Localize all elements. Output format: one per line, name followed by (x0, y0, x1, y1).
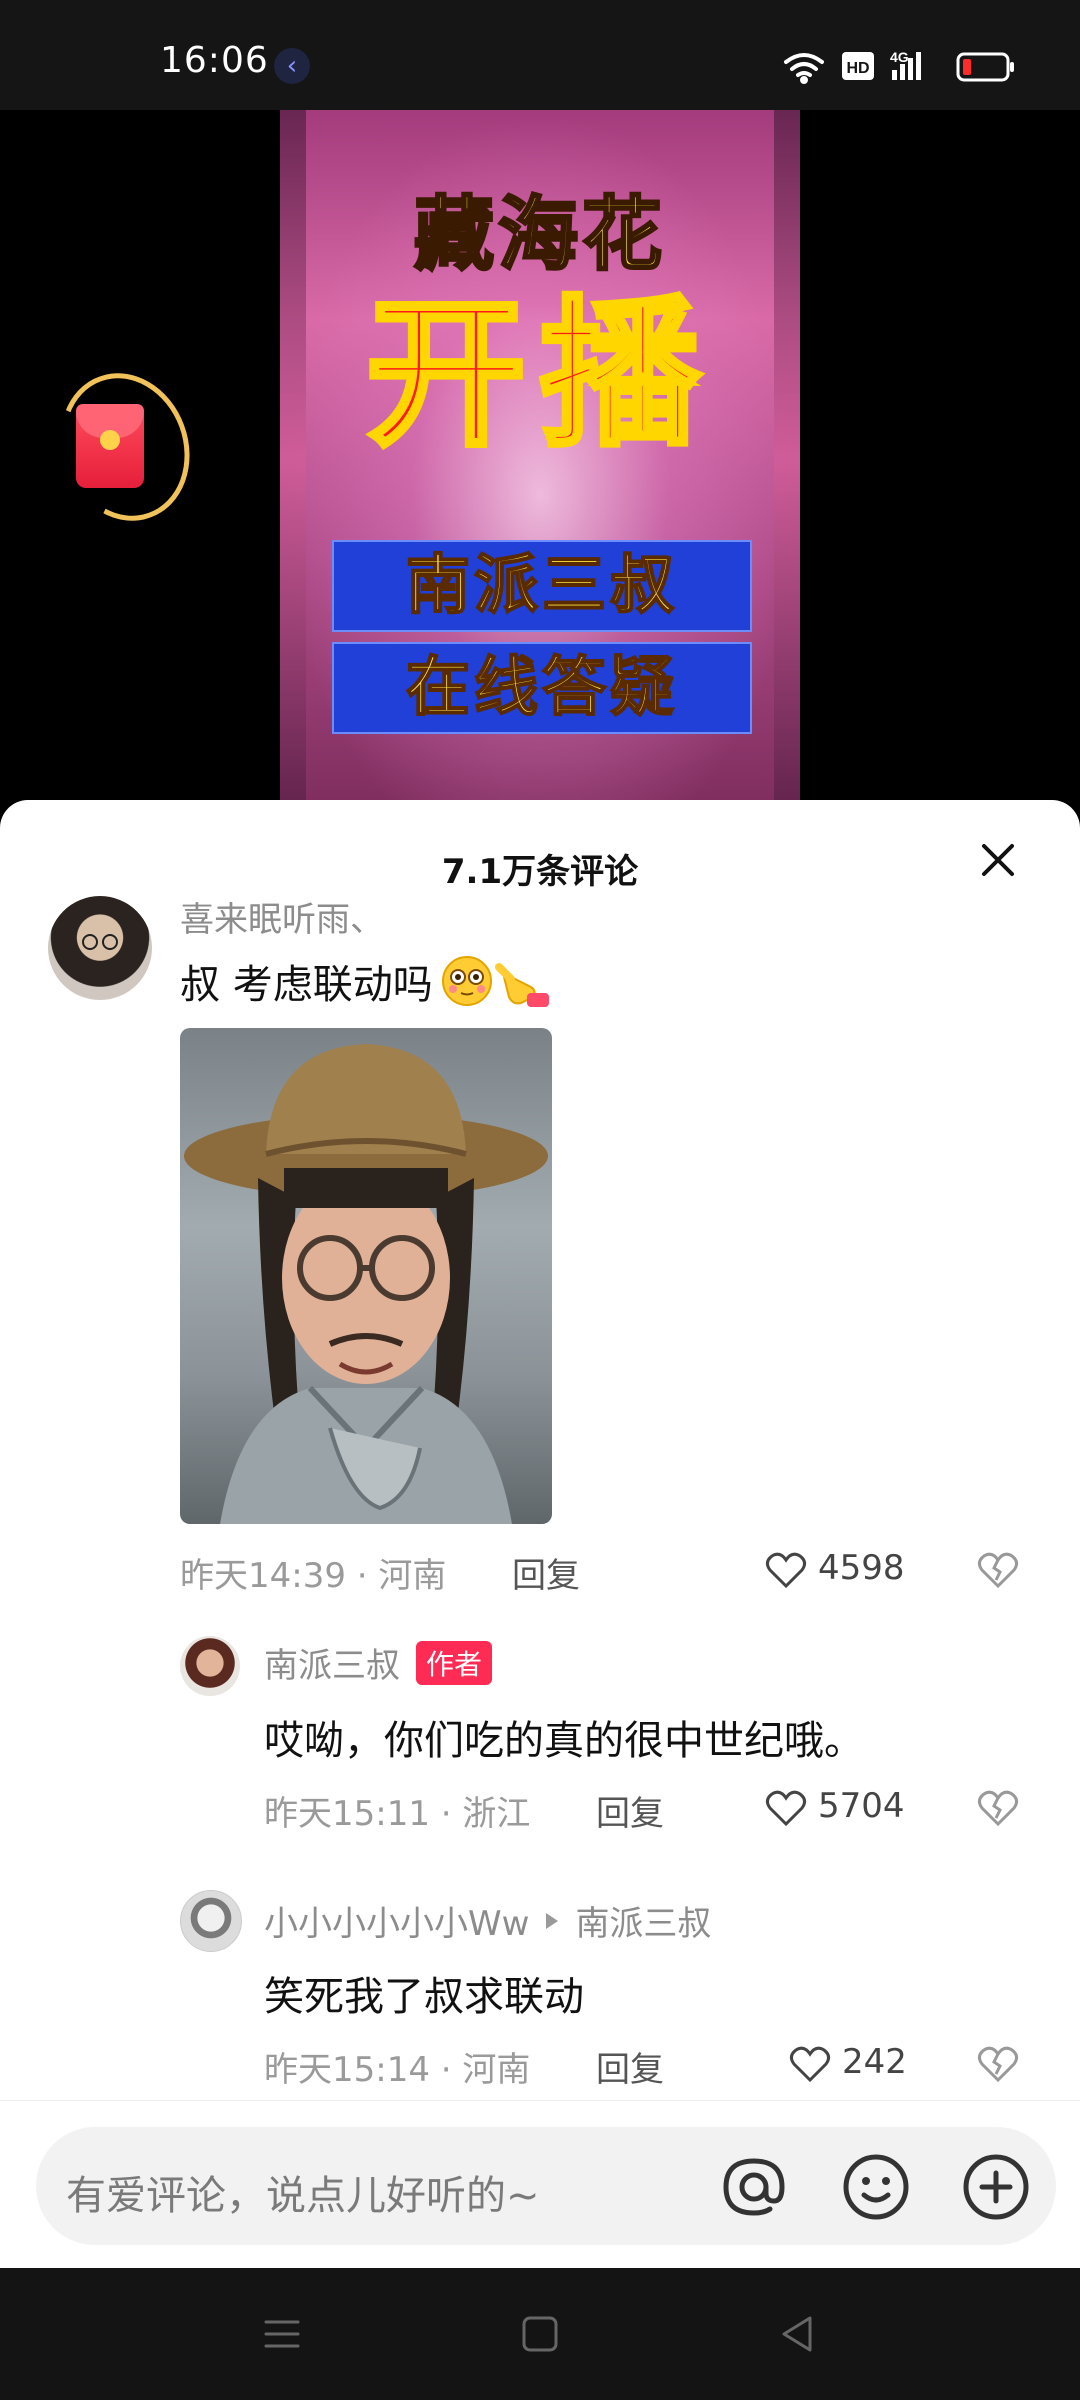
video-box-2: 在线答疑 (332, 642, 752, 734)
back-icon[interactable] (778, 2314, 818, 2354)
heart-icon[interactable] (788, 2042, 832, 2086)
like-count: 242 (842, 2042, 907, 2082)
broken-heart-icon[interactable] (976, 1548, 1020, 1592)
at-mention-icon[interactable] (718, 2151, 790, 2223)
comments-sheet: 7.1万条评论 喜来眠听雨、 叔 考虑联动吗 昨天14:39 · 河南 回复 4… (0, 800, 1080, 2268)
author-badge: 作者 (416, 1640, 493, 1685)
comment-header: 南派三叔 作者 (264, 1638, 493, 1687)
heart-icon[interactable] (764, 1786, 808, 1830)
comment-image[interactable] (180, 1028, 552, 1524)
comment-text: 哎呦，你们吃的真的很中世纪哦。 (264, 1718, 864, 1764)
broken-heart-icon[interactable] (976, 1786, 1020, 1830)
emoji-stickers (441, 956, 549, 1007)
comment-text: 叔 考虑联动吗 (180, 962, 433, 1008)
video-title-main: 开播 (363, 281, 714, 468)
reply-to-username[interactable]: 南派三叔 (575, 1896, 711, 1945)
battery-icon (956, 52, 1014, 82)
reply-arrow-icon (546, 1912, 559, 1929)
wifi-icon (784, 53, 824, 84)
pointing-hand-icon (494, 963, 549, 1007)
comment-body: 叔 考虑联动吗 (180, 952, 559, 1010)
svg-text:HD: HD (846, 60, 869, 77)
video-box-1: 南派三叔 (332, 540, 752, 632)
close-icon[interactable] (976, 838, 1020, 882)
avatar[interactable] (48, 896, 152, 1000)
home-icon[interactable] (520, 2314, 560, 2354)
back-chevron-icon[interactable]: ‹ (274, 48, 310, 84)
comment-username[interactable]: 南派三叔 (264, 1638, 400, 1687)
flushed-face-icon (441, 956, 492, 1006)
comment-time-location: 昨天15:14 · 河南 (264, 2050, 531, 2090)
heart-icon[interactable] (764, 1548, 808, 1592)
avatar[interactable] (180, 1636, 240, 1696)
comment-time-location: 昨天14:39 · 河南 (180, 1556, 447, 1596)
comment-text: 笑死我了叔求联动 (264, 1974, 584, 2020)
reply-button[interactable]: 回复 (596, 1786, 664, 1835)
status-bar: 16:06 ‹ HD 4G (0, 0, 1080, 110)
input-placeholder: 有爱评论，说点儿好听的~ (66, 2173, 540, 2219)
comments-count-title: 7.1万条评论 (441, 852, 639, 892)
comment-header: 小小小小小小Ww 南派三叔 (264, 1896, 711, 1945)
svg-text:4G: 4G (890, 49, 909, 65)
avatar[interactable] (180, 1890, 242, 1952)
reply-button[interactable]: 回复 (596, 2042, 664, 2091)
video-player[interactable]: 藏海花 开播 南派三叔 在线答疑 (280, 110, 800, 810)
reply-button[interactable]: 回复 (512, 1548, 580, 1597)
red-packet-icon[interactable] (76, 404, 144, 488)
comment-input-bar: 有爱评论，说点儿好听的~ (0, 2100, 1080, 2269)
comment-time-location: 昨天15:11 · 浙江 (264, 1794, 531, 1834)
like-count: 4598 (818, 1548, 905, 1588)
status-icons: HD 4G (784, 49, 1014, 84)
comment-input[interactable]: 有爱评论，说点儿好听的~ (36, 2127, 1056, 2245)
add-icon[interactable] (960, 2151, 1032, 2223)
like-count: 5704 (818, 1786, 905, 1826)
system-nav-bar (0, 2268, 1080, 2400)
comment-username[interactable]: 喜来眠听雨、 (180, 892, 384, 941)
video-title-top: 藏海花 (413, 187, 666, 283)
status-time: 16:06 (160, 40, 269, 81)
menu-icon[interactable] (262, 2314, 302, 2354)
emoji-icon[interactable] (840, 2151, 912, 2223)
comment-username[interactable]: 小小小小小小Ww (264, 1896, 529, 1945)
broken-heart-icon[interactable] (976, 2042, 1020, 2086)
